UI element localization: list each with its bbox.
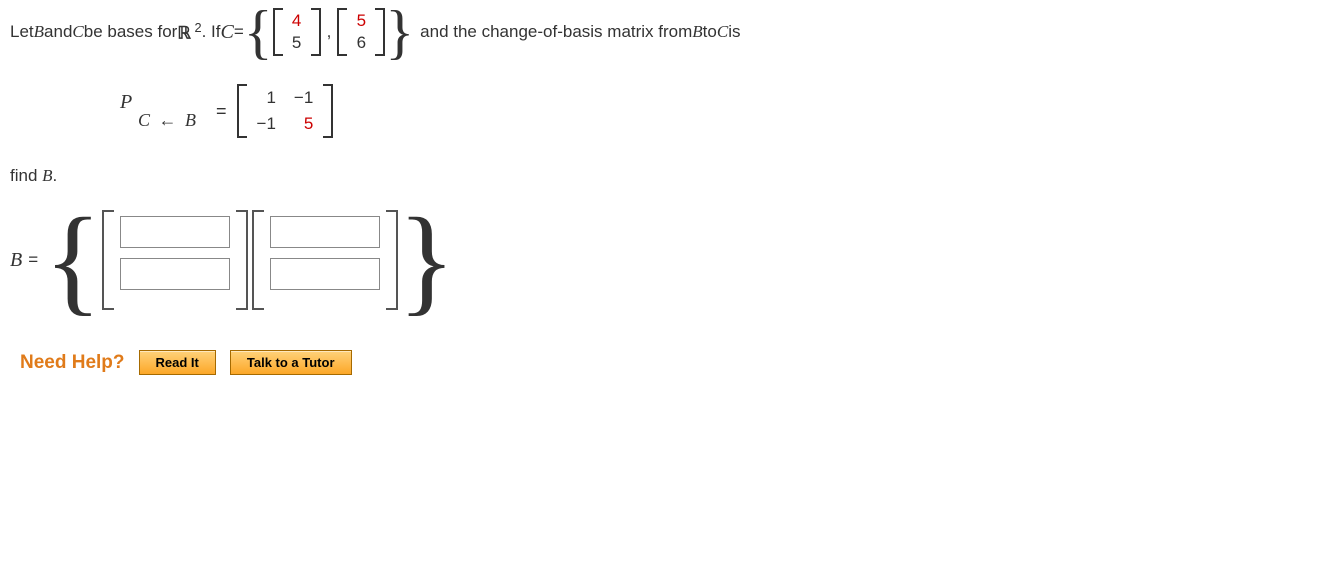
- need-help-label: Need Help?: [20, 352, 125, 374]
- text-to: to: [703, 22, 717, 42]
- help-row: Need Help? Read It Talk to a Tutor: [20, 350, 1324, 375]
- task-line: find B.: [10, 166, 1324, 186]
- text-is: is: [728, 22, 740, 42]
- basis-C-glyph-3: C: [717, 22, 728, 42]
- task-text: find: [10, 166, 42, 185]
- answer-B-glyph: B: [10, 249, 22, 272]
- basis-B-glyph: B: [34, 22, 44, 42]
- P-letter: P: [120, 91, 132, 114]
- p-r1c2: −1: [294, 88, 313, 108]
- answer-vector-1: [102, 210, 248, 310]
- text-and-change: and the change-of-basis matrix from: [420, 22, 692, 42]
- text-if: . If: [202, 22, 221, 42]
- basis-B-glyph-2: B: [692, 22, 702, 42]
- read-it-button[interactable]: Read It: [139, 350, 216, 375]
- equals-2: =: [206, 101, 237, 122]
- answer-b2-bot[interactable]: [270, 258, 380, 290]
- answer-row: B = { }: [10, 210, 1324, 310]
- P-matrix: 1 −1 −1 5: [237, 84, 334, 138]
- equals-1: =: [234, 22, 244, 42]
- text-bases-for: be bases for: [84, 22, 178, 42]
- p-r1c1: 1: [257, 88, 276, 108]
- basis-C-glyph-2: C: [221, 21, 234, 44]
- basis-B-glyph-3: B: [42, 166, 52, 185]
- answer-b1-top[interactable]: [120, 216, 230, 248]
- text-let: Let: [10, 22, 34, 42]
- change-of-basis-row: P C ← B = 1 −1 −1 5: [120, 84, 1324, 138]
- C-vector-1: 4 5: [273, 8, 321, 56]
- space-R2: ℝ 2: [177, 20, 201, 44]
- real-R: ℝ: [177, 24, 189, 43]
- answer-b2-top[interactable]: [270, 216, 380, 248]
- right-brace: }: [385, 8, 414, 56]
- basis-C-glyph: C: [72, 22, 83, 42]
- problem-line-1: Let B and C be bases for ℝ 2 . If C = { …: [10, 8, 1324, 56]
- C-vector-2: 5 6: [337, 8, 385, 56]
- P-subscript: C ← B: [138, 110, 196, 131]
- c1-top: 4: [289, 10, 305, 32]
- text-and: and: [44, 22, 72, 42]
- p-r2c1: −1: [257, 114, 276, 134]
- c2-top: 5: [353, 10, 369, 32]
- answer-left-brace: {: [44, 218, 102, 302]
- answer-b1-bot[interactable]: [120, 258, 230, 290]
- exponent-2: 2: [195, 20, 202, 35]
- answer-equals: =: [22, 250, 44, 270]
- comma: ,: [321, 22, 338, 42]
- P-label-block: P C ← B: [120, 91, 196, 131]
- answer-right-brace: }: [398, 218, 456, 302]
- p-r2c2: 5: [294, 114, 313, 134]
- c1-bot: 5: [289, 32, 305, 54]
- answer-vector-2: [252, 210, 398, 310]
- c2-bot: 6: [353, 32, 369, 54]
- task-end: .: [53, 166, 58, 185]
- left-brace: {: [244, 8, 273, 56]
- talk-to-tutor-button[interactable]: Talk to a Tutor: [230, 350, 352, 375]
